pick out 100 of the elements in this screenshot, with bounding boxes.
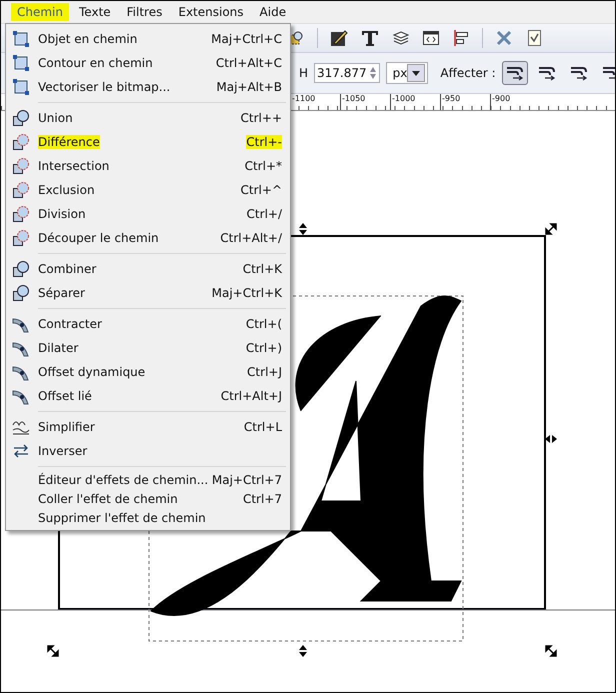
menu-item[interactable]: Vectoriser le bitmap... Maj+Alt+B [8,75,288,99]
shortcut-label: Ctrl+- [246,135,282,149]
shortcut-label: Ctrl+( [246,317,282,331]
menubar-item[interactable]: Texte [73,3,117,21]
menu-item-label: Supprimer l'effet de chemin [38,510,207,524]
shortcut-label: Ctrl+L [244,420,282,434]
shortcut-label: Ctrl+J [247,365,282,379]
menu-item[interactable]: Coller l'effet de chemin Ctrl+7 [8,489,288,508]
menu-item[interactable]: Contour en chemin Ctrl+Alt+C [8,51,288,75]
shortcut-label: Ctrl+Alt+C [216,56,282,70]
menu-item-label: Intersection [38,159,110,173]
menu-item-label: Séparer [38,286,86,300]
exclusion-icon [12,181,30,199]
menu-item-label: Vectoriser le bitmap... [38,80,172,94]
align-icon[interactable] [452,29,470,47]
affect-label: Affecter : [440,66,496,80]
shortcut-label: Ctrl+* [244,159,282,173]
ruler-label: -950 [440,94,470,110]
pen-icon[interactable] [330,29,348,47]
resize-handle-icon[interactable] [299,645,307,657]
resize-handle-icon[interactable] [545,645,557,657]
menubar-item[interactable]: Aide [254,3,292,21]
xml-editor-icon[interactable] [422,29,440,47]
shortcut-label: Maj+Ctrl+K [212,286,282,300]
menu-item[interactable]: Contracter Ctrl+( [8,312,288,336]
shortcut-label: Ctrl+^ [240,183,282,197]
menu-item-label: Combiner [38,262,98,276]
menu-item[interactable]: Découper le chemin Ctrl+Alt+/ [8,226,288,250]
menu-item[interactable]: Offset dynamique Ctrl+J [8,360,288,384]
menubar-item[interactable]: Extensions [172,3,250,21]
document-icon[interactable] [525,29,543,47]
cut-path-icon [12,229,30,247]
unit-dropdown[interactable]: px [386,62,428,84]
intersection-icon [12,157,30,175]
menu-item[interactable]: Inverser [8,439,288,463]
menu-item[interactable]: Exclusion Ctrl+^ [8,178,288,202]
transform-icon [536,64,557,82]
transform-icon [504,64,525,82]
combine-icon [12,260,30,278]
menu-item-label: Différence [38,135,100,149]
menu-item-label: Offset dynamique [38,365,146,379]
shortcut-label: Ctrl+Alt+/ [220,231,282,245]
ruler-label: -1000 [390,94,420,110]
nodes-icon [12,30,30,48]
menu-item-label: Union [38,111,74,125]
menu-item-label: Exclusion [38,183,96,197]
shortcut-label: Maj+Ctrl+C [211,32,282,46]
shortcut-label: Maj+Alt+B [216,80,282,94]
break-apart-icon [12,284,30,302]
menu-item-label: Division [38,207,87,221]
menu-item[interactable]: Différence Ctrl+- [8,130,288,154]
menu-item[interactable]: Division Ctrl+/ [8,202,288,226]
nodes-icon [12,54,30,72]
menu-item-label: Découper le chemin [38,231,160,245]
tools-icon[interactable] [495,29,513,47]
menubar-item[interactable]: Chemin [11,3,69,21]
menu-item-label: Coller l'effet de chemin [38,492,179,506]
shortcut-label: Maj+Ctrl+7 [212,472,282,486]
ruler-label: -1050 [340,94,370,110]
menu-item-label: Dilater [38,341,80,355]
menu-item[interactable]: Dilater Ctrl+) [8,336,288,360]
resize-handle-icon[interactable] [545,435,557,443]
union-icon [12,109,30,127]
menu-item[interactable]: Supprimer l'effet de chemin [8,508,288,527]
shortcut-label: Ctrl+K [242,262,282,276]
menu-item-label: Éditeur d'effets de chemin... [38,472,210,486]
reverse-arrows-icon [12,442,30,460]
resize-handle-icon[interactable] [299,223,307,235]
menu-item-label: Simplifier [38,420,96,434]
menu-item-label: Contour en chemin [38,56,154,70]
ruler-label: -900 [490,94,520,110]
shortcut-label: Ctrl+/ [246,207,282,221]
menu-item-label: Contracter [38,317,103,331]
shortcut-label: Ctrl+Alt+J [220,389,282,403]
menu-item[interactable]: Offset lié Ctrl+Alt+J [8,384,288,408]
menu-item[interactable]: Simplifier Ctrl+L [8,415,288,439]
menu-item-label: Offset lié [38,389,93,403]
resize-handle-icon[interactable] [47,645,59,657]
menubar-item[interactable]: Filtres [120,3,168,21]
height-label: H [299,66,308,80]
menu-item[interactable]: Combiner Ctrl+K [8,257,288,281]
transform-icon [568,64,589,82]
menu-item[interactable]: Séparer Maj+Ctrl+K [8,281,288,305]
menu-item[interactable]: Union Ctrl++ [8,106,288,130]
shortcut-label: Ctrl++ [240,111,282,125]
division-icon [12,205,30,223]
menu-item[interactable]: Intersection Ctrl+* [8,154,288,178]
trace-icon [12,78,30,96]
difference-icon [12,133,30,151]
shortcut-label: Ctrl+) [246,341,282,355]
layers-icon[interactable] [392,29,410,47]
resize-handle-icon[interactable] [545,223,557,235]
menu-item-label: Objet en chemin [38,32,138,46]
spinner-arrows-icon[interactable] [368,65,377,81]
menu-item-label: Inverser [38,444,88,458]
text-tool-icon[interactable] [360,29,380,47]
scale-toggle[interactable] [502,61,528,85]
height-field[interactable]: 317.877 [314,63,380,83]
menu-item[interactable]: Éditeur d'effets de chemin... Maj+Ctrl+7 [8,470,288,489]
shortcut-label: Ctrl+7 [242,492,282,506]
